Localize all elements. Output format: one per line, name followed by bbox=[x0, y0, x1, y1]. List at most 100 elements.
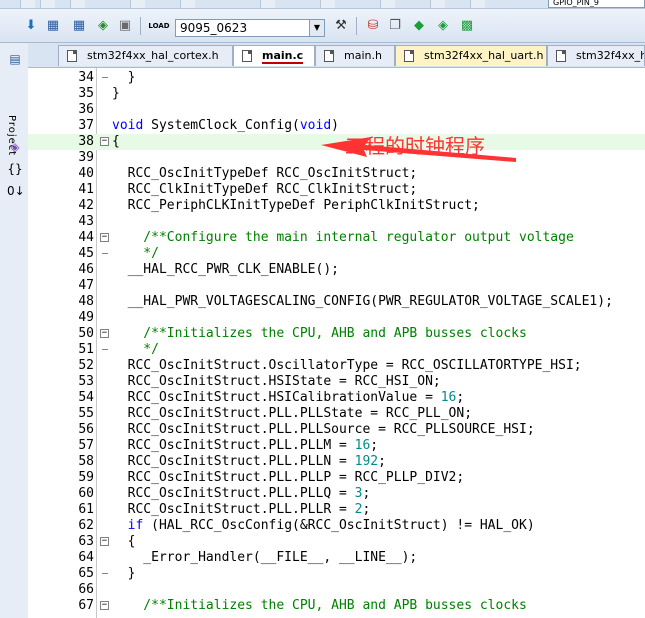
toolbar-button-cropped[interactable] bbox=[70, 0, 85, 8]
line-number: 44 bbox=[78, 230, 94, 245]
line-number: 52 bbox=[78, 358, 94, 373]
code-line[interactable]: 35} bbox=[28, 86, 645, 102]
code-line[interactable]: 67− /**Initializes the CPU, AHB and APB … bbox=[28, 598, 645, 614]
target-select[interactable]: 9095_0623 ▼ bbox=[175, 19, 325, 37]
download-icon[interactable]: ⬇ bbox=[22, 17, 40, 35]
line-number: 48 bbox=[78, 294, 94, 309]
load-icon[interactable]: LOAD bbox=[148, 17, 169, 35]
code-text: { bbox=[112, 534, 136, 550]
code-token: RCC_OscInitStruct.PLL.PLLQ = bbox=[112, 486, 355, 501]
manage-components-icon[interactable]: ⛁ bbox=[364, 17, 382, 35]
code-editor[interactable]: 34 } 35} 36 37 void SystemClock_Config(void)… bbox=[28, 68, 645, 618]
code-text: /**Configure the main internal regulator… bbox=[112, 230, 573, 246]
translate-icon[interactable]: ▦ bbox=[44, 17, 62, 35]
code-line[interactable]: 40 RCC_OscInitTypeDef RCC_OscInitStruct; bbox=[28, 166, 645, 182]
code-line[interactable]: 43 bbox=[28, 214, 645, 230]
toolbar-button-cropped[interactable] bbox=[320, 0, 335, 8]
templates-icon[interactable]: 0↓ bbox=[7, 183, 25, 199]
code-line[interactable]: 41 RCC_ClkInitTypeDef RCC_ClkInitStruct; bbox=[28, 182, 645, 198]
code-line[interactable]: 53 RCC_OscInitStruct.HSIState = RCC_HSI_… bbox=[28, 374, 645, 390]
code-line[interactable]: 34 } bbox=[28, 70, 645, 86]
code-line[interactable]: 54 RCC_OscInitStruct.HSICalibrationValue… bbox=[28, 390, 645, 406]
toolbar-button-cropped[interactable] bbox=[380, 0, 395, 8]
code-line[interactable]: 39 bbox=[28, 150, 645, 166]
fold-collapse-icon[interactable]: − bbox=[100, 137, 109, 146]
code-token: void bbox=[299, 118, 332, 133]
code-line[interactable]: 52 RCC_OscInitStruct.OscillatorType = RC… bbox=[28, 358, 645, 374]
code-token: } bbox=[112, 70, 136, 85]
code-line[interactable]: 56 RCC_OscInitStruct.PLL.PLLSource = RCC… bbox=[28, 422, 645, 438]
code-line[interactable]: 58 RCC_OscInitStruct.PLL.PLLN = 192; bbox=[28, 454, 645, 470]
toolbar-separator bbox=[140, 17, 141, 35]
rebuild-icon[interactable]: ◈ bbox=[94, 17, 112, 35]
code-token: _Error_Handler(__FILE__, __LINE__); bbox=[112, 550, 418, 565]
toolbar-button-cropped[interactable] bbox=[430, 0, 445, 8]
code-line[interactable]: 49 bbox=[28, 310, 645, 326]
line-number: 59 bbox=[78, 470, 94, 485]
line-number: 39 bbox=[78, 150, 94, 165]
code-token: RCC_OscInitTypeDef RCC_OscInitStruct; bbox=[112, 166, 418, 181]
books-icon[interactable]: ◈ bbox=[7, 139, 23, 155]
toolbar-button-cropped[interactable] bbox=[260, 0, 275, 8]
code-line[interactable]: 66 bbox=[28, 582, 645, 598]
code-text: { bbox=[112, 134, 120, 150]
code-line[interactable]: 51 */ bbox=[28, 342, 645, 358]
pack-installer-icon[interactable]: ◈ bbox=[434, 17, 452, 35]
chevron-down-icon[interactable]: ▼ bbox=[309, 20, 324, 36]
code-line[interactable]: 63− { bbox=[28, 534, 645, 550]
code-line[interactable]: 36 bbox=[28, 102, 645, 118]
project-window-icon[interactable]: ▤ bbox=[7, 51, 23, 67]
code-line[interactable]: 59 RCC_OscInitStruct.PLL.PLLP = RCC_PLLP… bbox=[28, 470, 645, 486]
fold-collapse-icon[interactable]: − bbox=[100, 601, 109, 610]
code-line[interactable]: 47 bbox=[28, 278, 645, 294]
code-line[interactable]: 57 RCC_OscInitStruct.PLL.PLLM = 16; bbox=[28, 438, 645, 454]
code-line[interactable]: 65 } bbox=[28, 566, 645, 582]
code-line[interactable]: 37 void SystemClock_Config(void) bbox=[28, 118, 645, 134]
fold-collapse-icon[interactable]: − bbox=[100, 233, 109, 242]
toolbar-button-cropped[interactable] bbox=[180, 0, 195, 8]
file-extensions-icon[interactable]: ❐ bbox=[386, 17, 404, 35]
run-time-environment-icon[interactable]: ▩ bbox=[458, 17, 476, 35]
editor-tabs: stm32f4xx_hal_cortex.h main.c main.h stm… bbox=[28, 43, 645, 68]
code-line[interactable]: 61 RCC_OscInitStruct.PLL.PLLR = 2; bbox=[28, 502, 645, 518]
toolbar-button-cropped[interactable] bbox=[470, 0, 485, 8]
tab-stm32f4xx-hal-uart-h[interactable]: stm32f4xx_hal_uart.h bbox=[395, 45, 547, 66]
top-toolbar-cropped: GPIO_PIN_9 bbox=[0, 0, 645, 9]
code-token: { bbox=[112, 134, 120, 149]
stop-build-icon[interactable]: ▣ bbox=[116, 17, 134, 35]
tab-main-c[interactable]: main.c bbox=[233, 45, 315, 66]
fold-collapse-icon[interactable]: − bbox=[100, 329, 109, 338]
code-line[interactable]: 46 __HAL_RCC_PWR_CLK_ENABLE(); bbox=[28, 262, 645, 278]
target-options-icon[interactable]: ⚒ bbox=[332, 17, 350, 35]
build-icon[interactable]: ▦ bbox=[70, 17, 88, 35]
code-line[interactable]: 48 __HAL_PWR_VOLTAGESCALING_CONFIG(PWR_R… bbox=[28, 294, 645, 310]
code-line[interactable]: 55 RCC_OscInitStruct.PLL.PLLState = RCC_… bbox=[28, 406, 645, 422]
code-text: RCC_OscInitStruct.HSICalibrationValue = … bbox=[112, 390, 465, 406]
functions-icon[interactable]: {} bbox=[7, 161, 23, 177]
code-token: __HAL_PWR_VOLTAGESCALING_CONFIG(PWR_REGU… bbox=[112, 294, 613, 309]
find-dropdown[interactable]: GPIO_PIN_9 bbox=[548, 0, 645, 8]
toolbar-button-cropped[interactable] bbox=[20, 0, 35, 8]
code-line[interactable]: 50− /**Initializes the CPU, AHB and APB … bbox=[28, 326, 645, 342]
code-line[interactable]: 45 */ bbox=[28, 246, 645, 262]
fold-collapse-icon[interactable]: − bbox=[100, 537, 109, 546]
toolbar-button-cropped[interactable] bbox=[130, 0, 145, 8]
tab-main-h[interactable]: main.h bbox=[315, 45, 395, 66]
code-line[interactable]: 44− /**Configure the main internal regul… bbox=[28, 230, 645, 246]
code-token: /**Initializes the CPU, AHB and APB buss… bbox=[112, 326, 527, 341]
code-token: ) bbox=[331, 118, 339, 133]
fold-end-marker bbox=[102, 573, 108, 574]
file-icon bbox=[556, 50, 566, 62]
code-line[interactable]: 60 RCC_OscInitStruct.PLL.PLLQ = 3; bbox=[28, 486, 645, 502]
line-number: 58 bbox=[78, 454, 94, 469]
line-number: 65 bbox=[78, 566, 94, 581]
tab-stm32f4xx-hal-cortex-h[interactable]: stm32f4xx_hal_cortex.h bbox=[58, 45, 233, 66]
code-line[interactable]: 62 if (HAL_RCC_OscConfig(&RCC_OscInitStr… bbox=[28, 518, 645, 534]
toolbar-button-cropped[interactable] bbox=[40, 0, 55, 8]
tab-stm32f4xx-hal-uart-c[interactable]: stm32f4xx_hal_uar bbox=[547, 45, 645, 66]
code-line[interactable]: 38−{ bbox=[28, 134, 645, 150]
code-line[interactable]: 42 RCC_PeriphCLKInitTypeDef PeriphClkIni… bbox=[28, 198, 645, 214]
line-number: 64 bbox=[78, 550, 94, 565]
code-line[interactable]: 64 _Error_Handler(__FILE__, __LINE__); bbox=[28, 550, 645, 566]
green-diamond-icon[interactable]: ◆ bbox=[410, 17, 428, 35]
